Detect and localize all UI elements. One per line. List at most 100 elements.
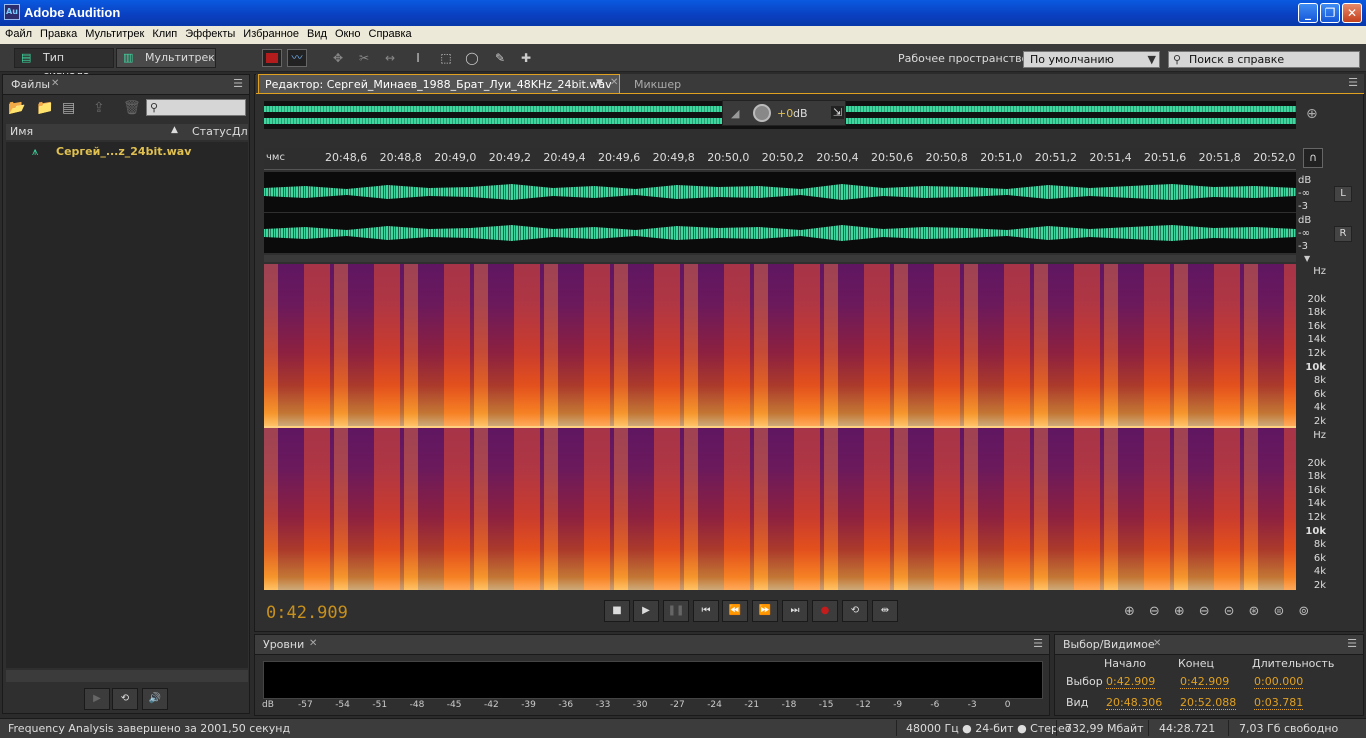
minimize-button[interactable]: _ [1298,3,1318,23]
meter-scale-label: dB [262,700,274,710]
gain-value[interactable]: +0 [777,107,793,120]
meter-scale-label: -18 [781,700,797,710]
menu-effects[interactable]: Эффекты [180,26,238,40]
menu-help[interactable]: Справка [364,26,415,40]
tab-selection-view[interactable]: Выбор/Видимое [1063,638,1155,651]
col-name[interactable]: Имя [10,125,33,138]
pause-button[interactable]: ❚❚ [663,600,689,622]
snap-magnet-button[interactable]: ∩ [1303,148,1323,168]
spectral-display-toggle[interactable] [262,49,282,67]
channel-l-button[interactable]: L [1334,186,1352,202]
spectral-pitch-toggle[interactable]: 〰 [287,49,307,67]
splitter-handle[interactable] [264,255,1296,262]
zoom-out-full-icon[interactable]: ⊝ [1224,604,1249,619]
channel-r-button[interactable]: R [1334,226,1352,242]
menu-window[interactable]: Окно [330,26,364,40]
selection-duration-value[interactable]: 0:00.000 [1254,675,1304,689]
window-title: Adobe Audition [24,5,121,20]
maximize-button[interactable]: ❐ [1320,3,1340,23]
selection-start-value[interactable]: 0:42.909 [1106,675,1156,689]
close-icon[interactable]: ✕ [309,638,317,649]
panel-menu-icon[interactable]: ☰ [1347,637,1357,650]
ruler-tick-label: 20:50,6 [871,151,914,164]
tab-editor[interactable]: Редактор: Сергей_Минаев_1988_Брат_Луи_48… [258,74,620,94]
volume-knob[interactable] [753,104,771,122]
close-icon[interactable]: ✕ [51,78,59,89]
close-icon[interactable]: ✕ [610,77,618,88]
new-file-icon[interactable]: ▤ [62,100,75,116]
open-file-icon[interactable]: 📂 [8,100,25,116]
zoom-navigator-icon[interactable]: ⊕ [1306,106,1318,122]
menu-file[interactable]: Файл [0,26,35,40]
ruler-tick-label: 20:51,4 [1089,151,1132,164]
close-icon[interactable]: ✕ [1153,638,1161,649]
panel-menu-icon[interactable]: ☰ [233,77,243,90]
time-selection-tool-icon[interactable]: I [410,50,426,66]
marquee-tool-icon[interactable]: ⬚ [438,50,454,66]
tab-files[interactable]: Файлы [11,78,50,91]
play-button[interactable]: ▶ [633,600,659,622]
tab-levels[interactable]: Уровни [263,638,304,651]
move-tool-icon[interactable]: ✥ [330,50,346,66]
rewind-button[interactable]: ⏪ [722,600,748,622]
stop-button[interactable]: ■ [604,600,630,622]
col-status[interactable]: Статус [192,125,232,138]
skip-selection-button[interactable]: ⇹ [872,600,898,622]
menu-view[interactable]: Вид [302,26,330,40]
frequency-tick-label: 12k [1307,512,1326,523]
loop-button[interactable]: ⟲ [842,600,868,622]
razor-tool-icon[interactable]: ✂ [356,50,372,66]
meter-scale-label: -6 [930,700,940,710]
chevron-down-icon[interactable]: ▼ [1304,254,1310,263]
multitrack-view-button[interactable]: ▥ Мультитрек [116,48,216,68]
current-time-display[interactable]: 0:42.909 [266,603,348,623]
frequency-tick-label: 10k [1305,361,1326,373]
panel-menu-icon[interactable]: ☰ [1348,76,1358,89]
frequency-tick-label: 20k [1307,293,1326,305]
zoom-in-selection-icon[interactable]: ⊛ [1249,604,1274,619]
view-start-value[interactable]: 20:48.306 [1106,696,1163,710]
lasso-tool-icon[interactable]: ◯ [464,50,480,66]
waveform-view-button[interactable]: ▤ Тип сигнала [14,48,114,82]
view-duration-value[interactable]: 0:03.781 [1254,696,1304,710]
spectrogram-r[interactable] [264,428,1296,590]
chevron-down-icon[interactable]: ▼ [596,78,603,88]
pin-icon[interactable]: ⇲ [831,106,845,119]
zoom-in-time-icon[interactable]: ⊕ [1174,604,1199,619]
col-duration[interactable]: Дл [232,125,248,138]
zoom-out-time-icon[interactable]: ⊖ [1199,604,1224,619]
goto-start-button[interactable]: ⏮ [693,600,719,622]
files-filter-input[interactable]: ⚲ [146,99,246,116]
meter-scale-label: -45 [446,700,462,710]
preview-loop-button[interactable]: ⟲ [112,688,138,710]
import-file-icon[interactable]: 📁 [36,100,53,116]
close-button[interactable]: ✕ [1342,3,1362,23]
goto-end-button[interactable]: ⏭ [782,600,808,622]
record-button[interactable]: ● [812,600,838,622]
brush-tool-icon[interactable]: ✎ [492,50,508,66]
preview-volume-button[interactable]: 🔊 [142,688,168,710]
help-search-input[interactable]: ⚲ Поиск в справке [1168,51,1360,68]
files-scrollbar[interactable] [6,670,248,682]
zoom-out-amplitude-icon[interactable]: ⊖ [1149,604,1174,619]
selection-end-value[interactable]: 0:42.909 [1180,675,1230,689]
tab-mixer[interactable]: Микшер [634,78,681,91]
menu-edit[interactable]: Правка [35,26,80,40]
menu-clip[interactable]: Клип [147,26,180,40]
view-end-value[interactable]: 20:52.088 [1180,696,1237,710]
slip-tool-icon[interactable]: ↔ [382,50,398,66]
workspace-dropdown[interactable]: По умолчанию ▼ [1023,51,1160,68]
zoom-to-right-icon[interactable]: ⊚ [1298,604,1323,619]
waveform-channel-r[interactable] [264,213,1296,253]
spot-healing-tool-icon[interactable]: ✚ [518,50,534,66]
fast-forward-button[interactable]: ⏩ [752,600,778,622]
frequency-tick-label: 16k [1307,484,1326,496]
file-item[interactable]: Сергей_...z_24bit.wav [56,145,191,158]
spectrogram-l[interactable] [264,264,1296,426]
waveform-channel-l[interactable] [264,172,1296,212]
zoom-in-amplitude-icon[interactable]: ⊕ [1124,604,1149,619]
panel-menu-icon[interactable]: ☰ [1033,637,1043,650]
menu-favorites[interactable]: Избранное [238,26,302,40]
zoom-to-left-icon[interactable]: ⊜ [1273,604,1298,619]
menu-multitrack[interactable]: Мультитрек [80,26,147,40]
